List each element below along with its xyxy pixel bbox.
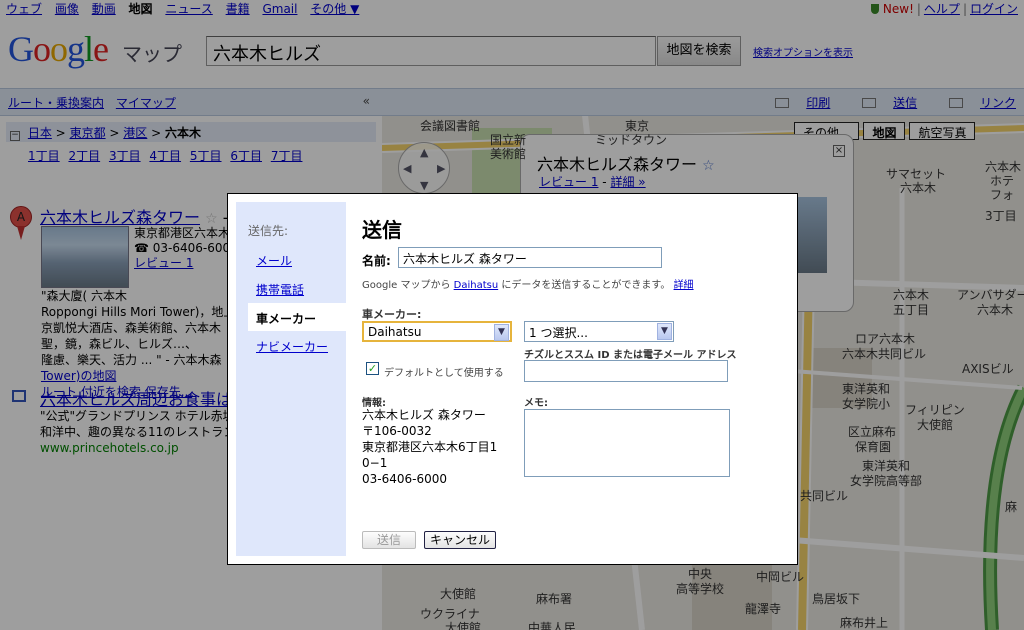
info-text: 六本木ヒルズ 森タワー 〒106-0032 東京都港区六本木6丁目1 0−1 0… <box>362 407 517 487</box>
default-label: デフォルトとして使用する <box>384 368 504 379</box>
help-text-1: Google マップから <box>362 280 451 291</box>
dialog-content: 送信 名前: 六本木ヒルズ 森タワー Google マップから Daihatsu… <box>346 202 789 556</box>
info-line: 東京都港区六本木6丁目1 <box>362 440 498 454</box>
info-line: 0−1 <box>362 456 388 470</box>
info-line: 〒106-0032 <box>362 424 432 438</box>
chizuru-id-label: チズルとススム ID または電子メール アドレス <box>524 350 737 361</box>
send-button[interactable]: 送信 <box>362 531 416 549</box>
dialog-title: 送信 <box>362 218 402 242</box>
dialog-body: 送信先: メール 携帯電話 車メーカー ナビメーカー 送信 名前: 六本木ヒルズ… <box>236 202 789 556</box>
cancel-button[interactable]: キャンセル <box>424 531 496 549</box>
help-text-2: にデータを送信することができます。 <box>501 280 671 291</box>
destination-header: 送信先: <box>248 224 289 238</box>
account-select[interactable]: 1 つ選択... ▼ <box>524 321 674 342</box>
memo-textarea[interactable] <box>524 409 730 477</box>
nav-navimaker-link[interactable]: ナビメーカー <box>256 338 328 355</box>
send-dialog: 送信先: メール 携帯電話 車メーカー ナビメーカー 送信 名前: 六本木ヒルズ… <box>227 193 798 565</box>
help-text: Google マップから Daihatsu にデータを送信することができます。 … <box>362 276 694 291</box>
destination-nav: 送信先: メール 携帯電話 車メーカー ナビメーカー <box>236 202 347 556</box>
nav-carmaker-tab[interactable]: 車メーカー <box>248 303 347 331</box>
carmaker-label: 車メーカー: <box>362 308 422 321</box>
name-field[interactable]: 六本木ヒルズ 森タワー <box>398 247 662 268</box>
info-line: 六本木ヒルズ 森タワー <box>362 408 486 422</box>
details-link[interactable]: 詳細 <box>674 280 694 291</box>
carmaker-value: Daihatsu <box>368 325 422 339</box>
chevron-down-icon: ▼ <box>657 323 672 340</box>
account-select-value: 1 つ選択... <box>529 326 588 340</box>
carmaker-select[interactable]: Daihatsu ▼ <box>362 321 512 342</box>
daihatsu-link[interactable]: Daihatsu <box>454 280 499 291</box>
default-checkbox[interactable]: ✓ <box>366 362 379 375</box>
nav-mobile-link[interactable]: 携帯電話 <box>256 281 304 298</box>
info-line: 03-6406-6000 <box>362 472 448 486</box>
nav-email-link[interactable]: メール <box>256 252 292 269</box>
chizuru-id-field[interactable] <box>524 360 728 382</box>
chevron-down-icon: ▼ <box>494 324 509 341</box>
name-label: 名前: <box>362 254 391 268</box>
memo-label: メモ: <box>524 398 548 409</box>
